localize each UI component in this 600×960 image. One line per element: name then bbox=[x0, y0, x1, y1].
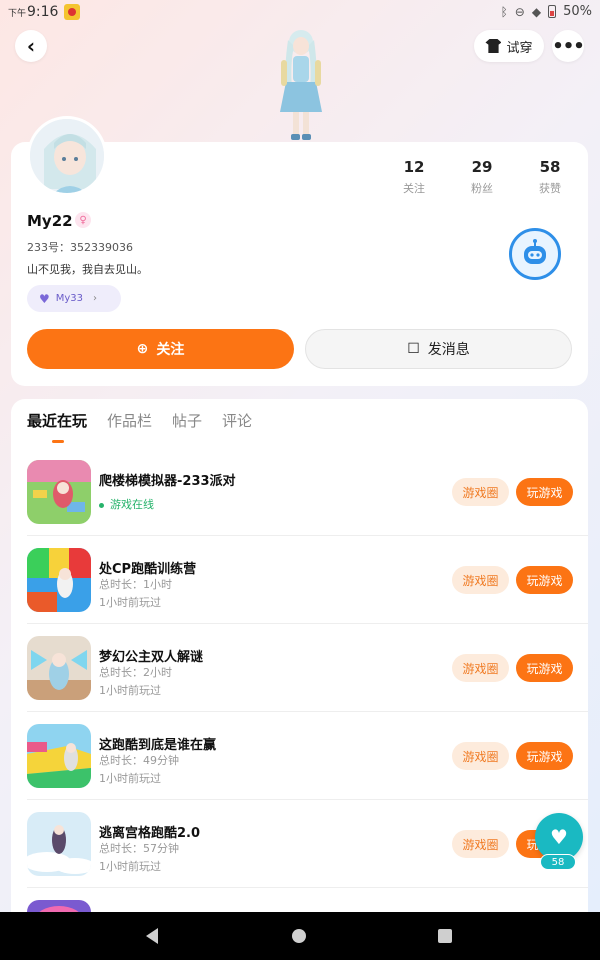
bluetooth-icon: ᛒ bbox=[500, 4, 508, 19]
tab-recently-played[interactable]: 最近在玩 bbox=[27, 410, 87, 431]
game-row[interactable]: 逃离宫格跑酷2.0 总时长：57分钟 1小时前玩过 游戏圈 玩游戏 bbox=[27, 800, 588, 888]
game-playtime: 总时长：57分钟 bbox=[99, 842, 179, 855]
profile-stats: 12 关注 29 粉丝 58 获赞 bbox=[380, 158, 584, 196]
stat-followers-label: 粉丝 bbox=[471, 182, 493, 195]
play-game-button[interactable]: 玩游戏 bbox=[516, 742, 573, 770]
robot-badge-icon[interactable] bbox=[509, 228, 561, 280]
game-row[interactable]: 爬楼梯模拟器-233派对 游戏在线 游戏圈 玩游戏 bbox=[27, 448, 588, 536]
game-circle-button[interactable]: 游戏圈 bbox=[452, 742, 509, 770]
message-button[interactable]: ☐ 发消息 bbox=[305, 329, 572, 369]
nav-home-icon[interactable] bbox=[292, 929, 306, 943]
game-online-status: 游戏在线 bbox=[99, 496, 154, 512]
system-nav-bar bbox=[0, 912, 600, 960]
game-circle-button[interactable]: 游戏圈 bbox=[452, 654, 509, 682]
status-time: 下午9:16 bbox=[8, 4, 59, 20]
game-row[interactable]: 处CP跑酷训练营 总时长：1小时 1小时前玩过 游戏圈 玩游戏 bbox=[27, 536, 588, 624]
stat-followers-value: 29 bbox=[471, 158, 493, 176]
stat-likes-label: 获赞 bbox=[539, 182, 561, 195]
play-game-button[interactable]: 玩游戏 bbox=[516, 478, 573, 506]
stat-following[interactable]: 12 关注 bbox=[380, 158, 448, 196]
avatar[interactable] bbox=[27, 116, 107, 196]
club-tag-label: My33 bbox=[55, 293, 84, 304]
bio: 山不见我，我自去见山。 bbox=[27, 263, 148, 276]
stat-followers[interactable]: 29 粉丝 bbox=[448, 158, 516, 196]
chevron-right-icon: › bbox=[93, 293, 98, 304]
game-name: 处CP跑酷训练营 bbox=[99, 562, 197, 577]
follow-label: 关注 bbox=[156, 342, 185, 358]
stat-following-label: 关注 bbox=[403, 182, 425, 195]
avatar-3d-figure[interactable] bbox=[266, 28, 336, 142]
game-name: 这跑酷到底是谁在赢 bbox=[99, 738, 217, 753]
stat-likes-value: 58 bbox=[539, 158, 561, 176]
game-circle-button[interactable]: 游戏圈 bbox=[452, 830, 509, 858]
game-thumbnail[interactable] bbox=[27, 460, 91, 524]
game-row[interactable]: 梦幻公主双人解谜 总时长：2小时 1小时前玩过 游戏圈 玩游戏 bbox=[27, 624, 588, 712]
game-circle-button[interactable]: 游戏圈 bbox=[452, 566, 509, 594]
battery-icon bbox=[548, 5, 557, 18]
play-game-button[interactable]: 玩游戏 bbox=[516, 654, 573, 682]
dnd-icon: ⊖ bbox=[514, 4, 525, 19]
status-bar: 下午9:16 ᛒ ⊖ ◆ 50% bbox=[0, 0, 600, 26]
add-follow-icon: ⊕ bbox=[136, 341, 149, 357]
battery-percent: 50% bbox=[563, 4, 592, 19]
tab-posts[interactable]: 帖子 bbox=[172, 410, 202, 431]
game-row[interactable]: 这跑酷到底是谁在赢 总时长：49分钟 1小时前玩过 游戏圈 玩游戏 bbox=[27, 712, 588, 800]
heart-icon: ♥ bbox=[550, 825, 568, 849]
nav-back-icon[interactable] bbox=[146, 928, 158, 944]
shirt-icon bbox=[485, 39, 502, 53]
game-last-played: 1小时前玩过 bbox=[99, 860, 161, 873]
user-id[interactable]: 233号：352339036 bbox=[27, 239, 133, 255]
try-on-button[interactable]: 试穿 bbox=[474, 30, 544, 62]
nav-recents-icon[interactable] bbox=[438, 929, 452, 943]
back-button[interactable]: ‹ bbox=[15, 30, 47, 62]
game-thumbnail[interactable] bbox=[27, 724, 91, 788]
play-game-button[interactable]: 玩游戏 bbox=[516, 566, 573, 594]
game-last-played: 1小时前玩过 bbox=[99, 772, 161, 785]
game-last-played: 1小时前玩过 bbox=[99, 596, 161, 609]
game-name: 逃离宫格跑酷2.0 bbox=[99, 826, 201, 841]
gender-female-icon: ♀ bbox=[75, 212, 91, 228]
wifi-icon: ◆ bbox=[531, 4, 542, 19]
back-arrow-icon: ‹ bbox=[26, 34, 36, 58]
like-count: 58 bbox=[540, 854, 576, 870]
game-playtime: 总时长：1小时 bbox=[99, 578, 172, 591]
tab-comments[interactable]: 评论 bbox=[222, 410, 252, 431]
status-icons: ᛒ ⊖ ◆ 50% bbox=[501, 4, 592, 19]
game-thumbnail[interactable] bbox=[27, 636, 91, 700]
more-dots-icon: ••• bbox=[552, 35, 585, 57]
game-circle-button[interactable]: 游戏圈 bbox=[452, 478, 509, 506]
profile-tabs: 最近在玩 作品栏 帖子 评论 bbox=[27, 410, 252, 431]
robot-face-icon bbox=[524, 239, 546, 264]
try-on-label: 试穿 bbox=[506, 40, 533, 56]
heart-icon: ♥ bbox=[39, 291, 50, 306]
game-name: 爬楼梯模拟器-233派对 bbox=[99, 474, 236, 489]
chat-bubble-icon: ☐ bbox=[407, 341, 420, 357]
game-playtime: 总时长：2小时 bbox=[99, 666, 172, 679]
follow-button[interactable]: ⊕ 关注 bbox=[27, 329, 294, 369]
active-tab-indicator bbox=[52, 440, 64, 443]
club-tag[interactable]: ♥ My33 › bbox=[27, 285, 121, 312]
game-thumbnail[interactable] bbox=[27, 812, 91, 876]
stat-following-value: 12 bbox=[403, 158, 425, 176]
stat-likes[interactable]: 58 获赞 bbox=[516, 158, 584, 196]
game-thumbnail[interactable] bbox=[27, 548, 91, 612]
game-playtime: 总时长：49分钟 bbox=[99, 754, 179, 767]
username: My22 bbox=[27, 212, 73, 230]
app-notification-icon bbox=[64, 4, 80, 20]
more-button[interactable]: ••• bbox=[552, 30, 585, 62]
game-last-played: 1小时前玩过 bbox=[99, 684, 161, 697]
tab-works[interactable]: 作品栏 bbox=[107, 410, 152, 431]
game-name: 梦幻公主双人解谜 bbox=[99, 650, 204, 665]
message-label: 发消息 bbox=[427, 342, 470, 358]
